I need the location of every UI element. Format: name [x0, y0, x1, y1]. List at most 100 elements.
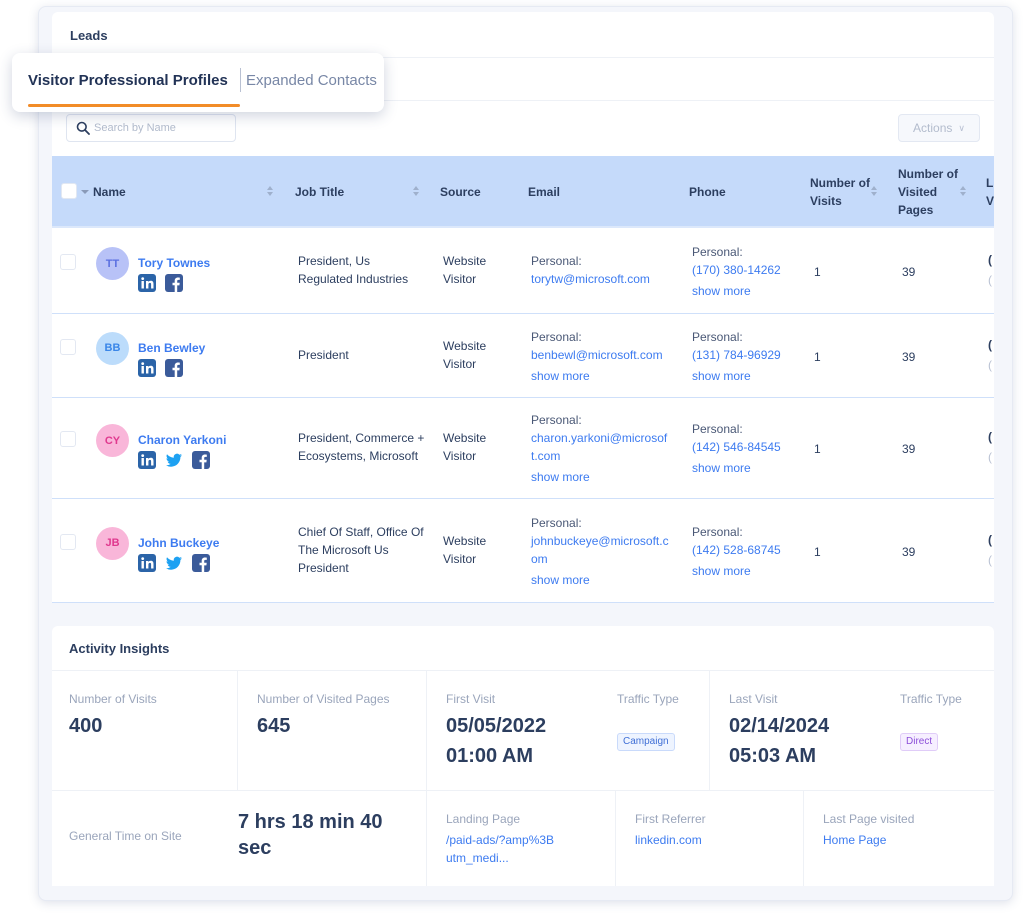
divider — [426, 670, 427, 886]
divider — [803, 790, 804, 886]
phone-link[interactable]: (142) 528-68745 — [692, 541, 802, 559]
last-traffic-type-label: Traffic Type — [900, 692, 962, 706]
source: Website Visitor — [443, 533, 487, 566]
last-page-visited-label: Last Page visited — [823, 812, 915, 826]
row-checkbox[interactable] — [60, 533, 76, 550]
tab-visitor-professional-profiles[interactable]: Visitor Professional Profiles — [28, 72, 228, 89]
table-row[interactable]: BB Ben Bewley President Website Visitor … — [52, 315, 994, 398]
column-header-email: Email — [528, 185, 561, 199]
column-header-visited-pages[interactable]: Number of Visited Pages — [898, 165, 960, 219]
phone-show-more-link[interactable]: show more — [692, 367, 802, 385]
email-cell: Personal: johnbuckeye@microsoft.com show… — [531, 514, 671, 589]
linkedin-icon[interactable] — [138, 553, 156, 572]
divider — [709, 670, 710, 790]
linkedin-icon[interactable] — [138, 274, 156, 292]
traffic-type-badge-campaign: Campaign — [617, 733, 675, 751]
search-icon — [76, 121, 90, 135]
email-show-more-link[interactable]: show more — [531, 367, 671, 385]
visits-count[interactable]: 1 — [814, 543, 821, 561]
actions-button[interactable]: Actions ∨ — [898, 114, 980, 142]
sort-visits-icon[interactable] — [870, 186, 878, 198]
sort-visited-pages-icon[interactable] — [959, 186, 967, 198]
actions-button-label: Actions — [913, 121, 953, 135]
column-header-visits[interactable]: Number of Visits — [810, 174, 870, 210]
phone-link[interactable]: (170) 380-14262 — [692, 261, 802, 279]
last-visit-clipped: ( — [988, 430, 992, 444]
table-row[interactable]: CY Charon Yarkoni President, Commerce + … — [52, 399, 994, 499]
last-visit-clipped: ( — [988, 337, 992, 352]
email-link[interactable]: charon.yarkoni@microsoft.com — [531, 429, 671, 465]
select-dropdown-caret-icon[interactable] — [81, 190, 89, 194]
insights-title: Activity Insights — [69, 641, 170, 656]
facebook-icon[interactable] — [192, 451, 210, 469]
visits-count[interactable]: 1 — [814, 348, 821, 366]
visits-count[interactable]: 1 — [814, 263, 821, 281]
email-link[interactable]: torytw@microsoft.com — [531, 270, 671, 288]
email-link[interactable]: benbewl@microsoft.com — [531, 346, 671, 364]
lead-name-link[interactable]: Charon Yarkoni — [138, 433, 226, 447]
phone-link[interactable]: (131) 784-96929 — [692, 346, 802, 364]
phone-show-more-link[interactable]: show more — [692, 459, 802, 477]
avatar: TT — [96, 247, 129, 280]
lead-name-link[interactable]: John Buckeye — [138, 536, 219, 550]
email-show-more-link[interactable]: show more — [531, 571, 671, 589]
visits-count[interactable]: 1 — [814, 440, 821, 458]
tab-expanded-contacts[interactable]: Expanded Contacts — [246, 72, 377, 89]
facebook-icon[interactable] — [165, 274, 183, 292]
divider — [237, 670, 238, 790]
facebook-icon[interactable] — [165, 358, 183, 377]
last-visit-clipped: ( — [988, 273, 992, 287]
sort-job-title-icon[interactable] — [412, 186, 420, 198]
row-checkbox[interactable] — [60, 338, 76, 355]
email-show-more-link[interactable]: show more — [531, 468, 671, 486]
first-traffic-type-label: Traffic Type — [617, 692, 679, 706]
column-header-name[interactable]: Name — [93, 183, 126, 201]
divider — [52, 670, 994, 671]
column-header-source: Source — [440, 185, 481, 199]
select-all-checkbox[interactable] — [61, 183, 77, 199]
source: Website Visitor — [443, 431, 487, 463]
linkedin-icon[interactable] — [138, 451, 156, 469]
phone-link[interactable]: (142) 546-84545 — [692, 438, 802, 456]
avatar: BB — [96, 331, 129, 365]
time-on-site-label: General Time on Site — [69, 829, 182, 843]
first-visit-time: 01:00 AM — [446, 745, 534, 767]
tab-divider — [240, 68, 241, 92]
visits-value: 400 — [69, 715, 103, 737]
phone-type-label: Personal: — [692, 422, 743, 436]
facebook-icon[interactable] — [192, 553, 210, 572]
tab-bar: Visitor Professional Profiles Expanded C… — [12, 53, 384, 112]
phone-show-more-link[interactable]: show more — [692, 562, 802, 580]
email-cell: Personal: torytw@microsoft.com — [531, 252, 671, 288]
social-links — [138, 274, 183, 292]
column-header-last-visit-clipped: L V — [986, 176, 994, 208]
last-visit-clipped: ( — [988, 450, 992, 464]
last-page-visited-link[interactable]: Home Page — [823, 831, 886, 849]
search-input[interactable] — [94, 119, 232, 137]
phone-cell: Personal: (170) 380-14262 show more — [692, 243, 802, 300]
linkedin-icon[interactable] — [138, 358, 156, 377]
search-box — [66, 114, 236, 142]
active-tab-indicator — [28, 104, 240, 107]
landing-page-link[interactable]: /paid-ads/?amp%3Butm_medi... — [446, 831, 556, 867]
twitter-icon[interactable] — [165, 554, 183, 572]
lead-name-link[interactable]: Ben Bewley — [138, 341, 205, 355]
phone-cell: Personal: (142) 528-68745 show more — [692, 523, 802, 580]
phone-cell: Personal: (142) 546-84545 show more — [692, 420, 802, 477]
email-type-label: Personal: — [531, 254, 582, 268]
row-checkbox[interactable] — [60, 254, 76, 270]
column-header-job-title[interactable]: Job Title — [295, 183, 344, 201]
email-link[interactable]: johnbuckeye@microsoft.com — [531, 532, 671, 568]
table-row[interactable]: JB John Buckeye Chief Of Staff, Office O… — [52, 500, 994, 603]
first-referrer-link[interactable]: linkedin.com — [635, 831, 702, 849]
avatar: CY — [96, 424, 129, 457]
table-row[interactable]: TT Tory Townes President, Us Regulated I… — [52, 230, 994, 314]
phone-show-more-link[interactable]: show more — [692, 282, 802, 300]
first-visit-label: First Visit — [446, 692, 496, 706]
row-checkbox[interactable] — [60, 431, 76, 447]
divider — [615, 790, 616, 886]
sort-name-icon[interactable] — [266, 186, 274, 198]
lead-name-link[interactable]: Tory Townes — [138, 256, 210, 270]
twitter-icon[interactable] — [165, 451, 183, 469]
phone-type-label: Personal: — [692, 524, 743, 539]
